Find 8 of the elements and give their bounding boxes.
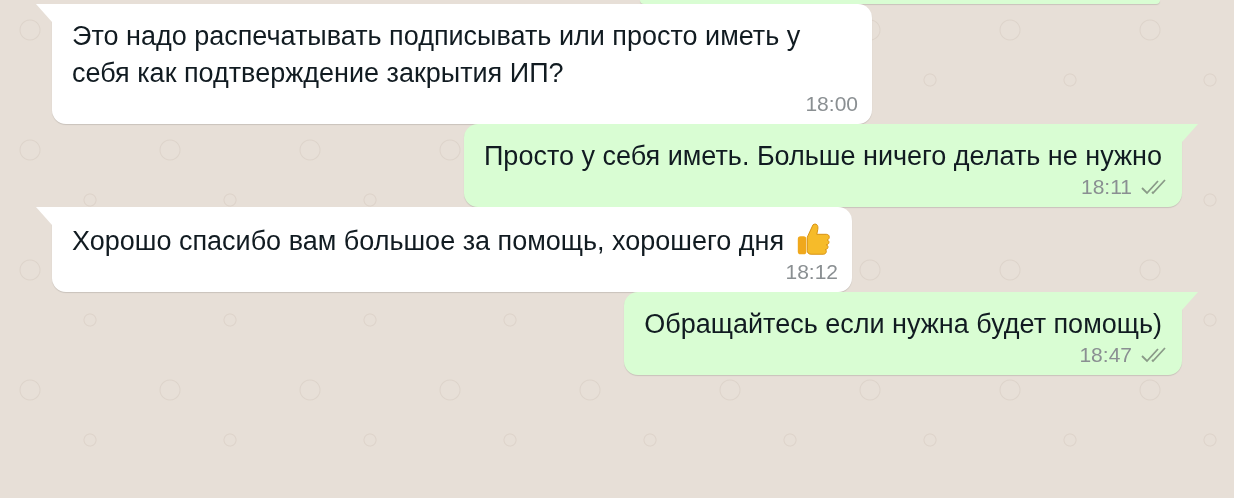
message-text: Это надо распечатывать подписывать или просто иметь у себя как подтверждение закрытия ИП? — [72, 21, 801, 88]
message-time: 18:47 — [1079, 343, 1132, 367]
message-time: 18:12 — [785, 260, 839, 284]
message-text: Просто у себя иметь. Больше ничего делать не нужно — [483, 141, 1162, 171]
message-time: 18:11 — [1081, 175, 1132, 199]
message-text: Обращайтесь если нужна будет помощь) — [644, 309, 1162, 339]
message-text: Хорошо спасибо вам большое за помощь, хорошего дня — [72, 226, 785, 256]
message-time: 18:00 — [805, 92, 858, 116]
